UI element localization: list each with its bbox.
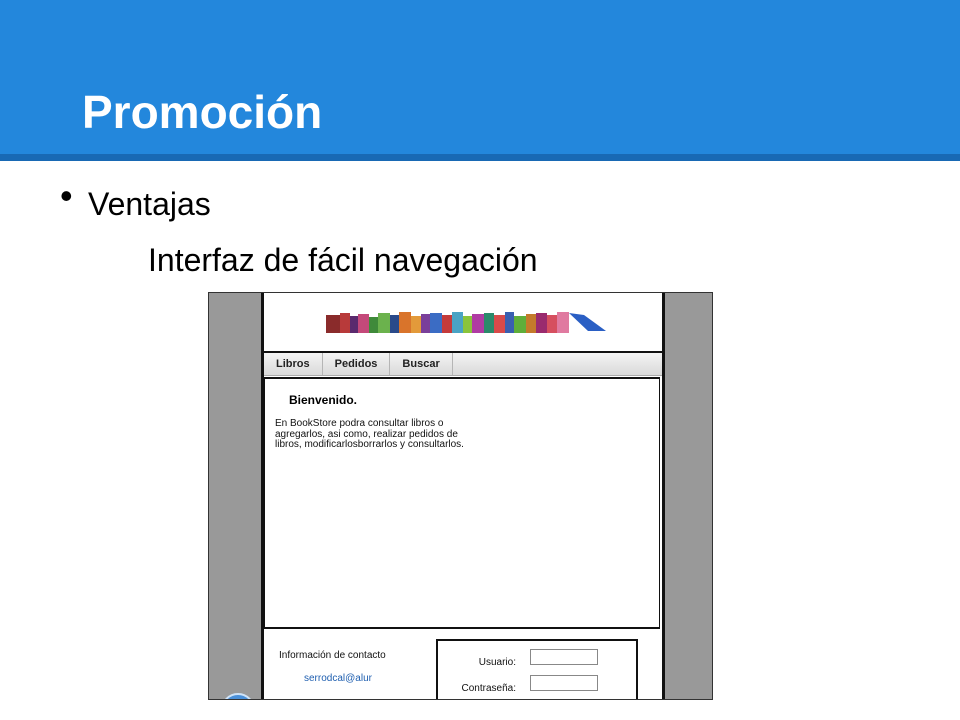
app-screenshot: Libros Pedidos Buscar Bienvenido. En Boo… (208, 292, 713, 700)
welcome-description: En BookStore podra consultar libros o ag… (275, 418, 464, 450)
login-box: Usuario: Contraseña: (436, 639, 638, 699)
contact-title: Información de contacto (279, 650, 386, 661)
username-label: Usuario: (478, 657, 516, 668)
bullet-subtext: Interfaz de fácil navegación (148, 242, 538, 278)
bullet-dot-icon: • (60, 175, 73, 216)
books-banner-icon (326, 312, 606, 333)
nav-item-buscar[interactable]: Buscar (390, 353, 453, 375)
username-input[interactable] (530, 649, 598, 665)
app-content: Bienvenido. En BookStore podra consultar… (264, 377, 660, 629)
password-input[interactable] (530, 675, 598, 691)
slide-title: Promoción (82, 86, 323, 138)
slide-header-underline (0, 154, 960, 161)
app-main-column: Libros Pedidos Buscar Bienvenido. En Boo… (261, 293, 665, 699)
password-label: Contraseña: (461, 683, 516, 694)
app-footer: Información de contacto serrodcal@alur U… (264, 629, 662, 699)
nav-item-libros[interactable]: Libros (264, 353, 323, 375)
bullet-ventajas: Ventajas (88, 186, 211, 222)
circle-button-icon[interactable] (221, 693, 255, 699)
app-nav-bar: Libros Pedidos Buscar (264, 353, 662, 376)
welcome-heading: Bienvenido. (289, 393, 358, 407)
nav-item-pedidos[interactable]: Pedidos (323, 353, 391, 375)
contact-email-link[interactable]: serrodcal@alur (304, 673, 372, 684)
app-banner (264, 293, 662, 353)
